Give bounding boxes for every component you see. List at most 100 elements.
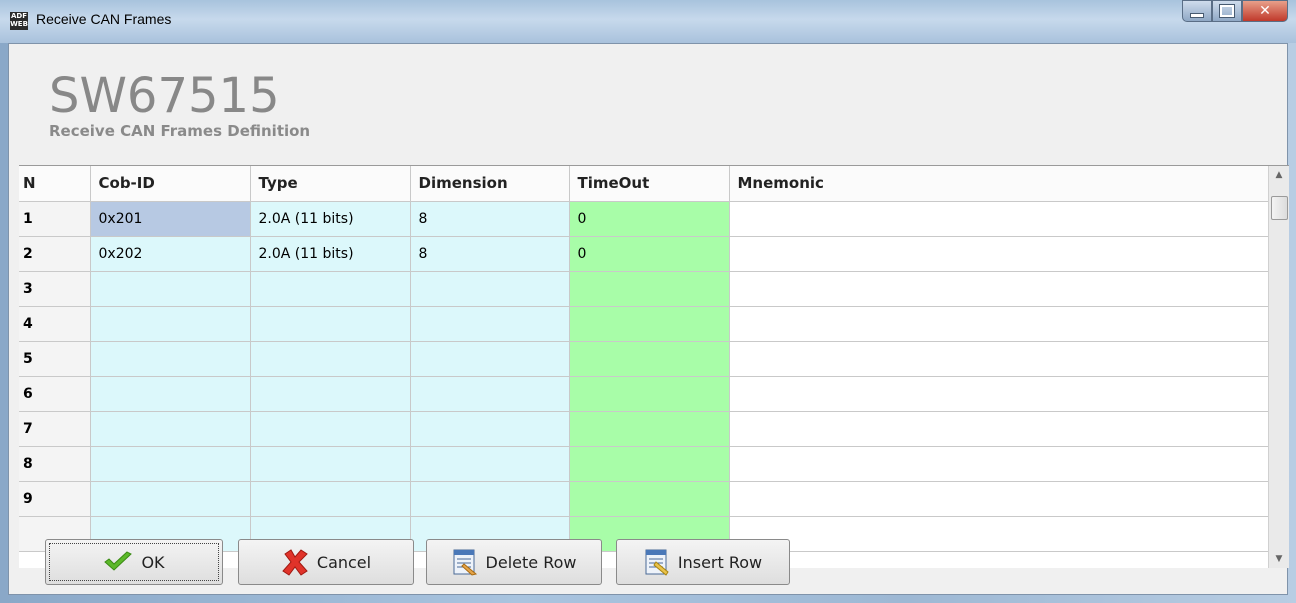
cell-cob-id[interactable] — [90, 446, 251, 482]
cell-cob-id[interactable] — [90, 341, 251, 377]
cell-dimension[interactable] — [410, 446, 570, 482]
cell-dimension[interactable] — [410, 376, 570, 412]
page-title: SW67515 — [49, 68, 280, 124]
cell-n: 8 — [19, 446, 91, 482]
cell-dimension[interactable] — [410, 481, 570, 517]
column-header-mnemonic[interactable]: Mnemonic — [729, 166, 1270, 202]
window-title: Receive CAN Frames — [36, 11, 172, 27]
title-bar[interactable]: ADF WEB Receive CAN Frames ✕ — [0, 0, 1296, 43]
close-icon: ✕ — [1259, 3, 1271, 19]
cell-timeout[interactable]: 0 — [569, 236, 730, 272]
table-row[interactable]: 8 — [19, 446, 1270, 482]
table-row[interactable]: 9 — [19, 481, 1270, 517]
cell-type[interactable] — [250, 306, 411, 342]
client-area: SW67515 Receive CAN Frames Definition N … — [8, 43, 1289, 595]
cell-n: 6 — [19, 376, 91, 412]
cell-dimension[interactable] — [410, 306, 570, 342]
frames-table: N Cob-ID Type Dimension TimeOut Mnemonic… — [19, 166, 1270, 552]
cell-dimension[interactable] — [410, 411, 570, 447]
cell-type[interactable]: 2.0A (11 bits) — [250, 236, 411, 272]
insert-row-icon — [644, 548, 670, 576]
cell-type[interactable] — [250, 446, 411, 482]
cell-dimension[interactable]: 8 — [410, 201, 570, 237]
scroll-thumb[interactable] — [1271, 196, 1288, 220]
cell-cob-id[interactable] — [90, 306, 251, 342]
table-header-row: N Cob-ID Type Dimension TimeOut Mnemonic — [19, 166, 1270, 202]
cell-timeout[interactable]: 0 — [569, 201, 730, 237]
cell-timeout[interactable] — [569, 306, 730, 342]
cell-timeout[interactable] — [569, 411, 730, 447]
cell-type[interactable] — [250, 411, 411, 447]
column-header-type[interactable]: Type — [250, 166, 411, 202]
vertical-scrollbar[interactable]: ▲ ▼ — [1268, 166, 1289, 568]
cell-n: 1 — [19, 201, 91, 237]
cell-cob-id[interactable]: 0x202 — [90, 236, 251, 272]
column-header-cob-id[interactable]: Cob-ID — [90, 166, 251, 202]
delete-row-button[interactable]: Delete Row — [426, 539, 602, 585]
scroll-up-icon[interactable]: ▲ — [1269, 166, 1289, 184]
cancel-label: Cancel — [316, 552, 372, 572]
insert-row-label: Insert Row — [677, 552, 763, 572]
table-row[interactable]: 7 — [19, 411, 1270, 447]
frames-grid[interactable]: N Cob-ID Type Dimension TimeOut Mnemonic… — [19, 165, 1289, 568]
cell-n: 4 — [19, 306, 91, 342]
cell-mnemonic[interactable] — [729, 341, 1270, 377]
cell-type[interactable] — [250, 481, 411, 517]
cell-cob-id[interactable] — [90, 376, 251, 412]
cell-mnemonic[interactable] — [729, 306, 1270, 342]
ok-label: OK — [141, 552, 165, 572]
cell-mnemonic[interactable] — [729, 271, 1270, 307]
column-header-n[interactable]: N — [19, 166, 91, 202]
cell-mnemonic[interactable] — [729, 236, 1270, 272]
ok-button[interactable]: OK — [45, 539, 223, 585]
cell-dimension[interactable] — [410, 271, 570, 307]
cross-icon — [281, 548, 309, 576]
cell-timeout[interactable] — [569, 341, 730, 377]
minimize-button[interactable] — [1182, 0, 1212, 22]
column-header-dimension[interactable]: Dimension — [410, 166, 570, 202]
table-row[interactable]: 4 — [19, 306, 1270, 342]
minimize-icon — [1190, 12, 1204, 18]
cell-cob-id[interactable] — [90, 411, 251, 447]
table-row[interactable]: 6 — [19, 376, 1270, 412]
cell-timeout[interactable] — [569, 376, 730, 412]
delete-row-label: Delete Row — [485, 552, 577, 572]
table-row[interactable]: 1 0x201 2.0A (11 bits) 8 0 — [19, 201, 1270, 237]
cell-n: 5 — [19, 341, 91, 377]
cell-n: 7 — [19, 411, 91, 447]
cell-type[interactable] — [250, 341, 411, 377]
cell-n: 2 — [19, 236, 91, 272]
cell-n: 9 — [19, 481, 91, 517]
table-row[interactable]: 2 0x202 2.0A (11 bits) 8 0 — [19, 236, 1270, 272]
table-row[interactable]: 5 — [19, 341, 1270, 377]
cancel-button[interactable]: Cancel — [238, 539, 414, 585]
cell-dimension[interactable]: 8 — [410, 236, 570, 272]
window: ADF WEB Receive CAN Frames ✕ SW67515 Rec… — [0, 0, 1296, 603]
cell-mnemonic[interactable] — [729, 201, 1270, 237]
insert-row-button[interactable]: Insert Row — [616, 539, 790, 585]
close-button[interactable]: ✕ — [1242, 0, 1288, 22]
maximize-icon — [1219, 4, 1235, 18]
table-row[interactable]: 3 — [19, 271, 1270, 307]
cell-mnemonic[interactable] — [729, 446, 1270, 482]
cell-dimension[interactable] — [410, 341, 570, 377]
cell-timeout[interactable] — [569, 481, 730, 517]
cell-mnemonic[interactable] — [729, 516, 1270, 552]
cell-cob-id[interactable] — [90, 271, 251, 307]
cell-mnemonic[interactable] — [729, 481, 1270, 517]
cell-type[interactable] — [250, 376, 411, 412]
app-icon: ADF WEB — [10, 12, 28, 30]
maximize-button[interactable] — [1212, 0, 1242, 22]
column-header-timeout[interactable]: TimeOut — [569, 166, 730, 202]
scroll-down-icon[interactable]: ▼ — [1269, 550, 1289, 568]
cell-mnemonic[interactable] — [729, 376, 1270, 412]
cell-cob-id[interactable] — [90, 481, 251, 517]
cell-mnemonic[interactable] — [729, 411, 1270, 447]
delete-row-icon — [452, 548, 478, 576]
cell-timeout[interactable] — [569, 446, 730, 482]
cell-cob-id[interactable]: 0x201 — [90, 201, 251, 237]
checkmark-icon — [103, 551, 133, 573]
cell-type[interactable]: 2.0A (11 bits) — [250, 201, 411, 237]
cell-type[interactable] — [250, 271, 411, 307]
cell-timeout[interactable] — [569, 271, 730, 307]
